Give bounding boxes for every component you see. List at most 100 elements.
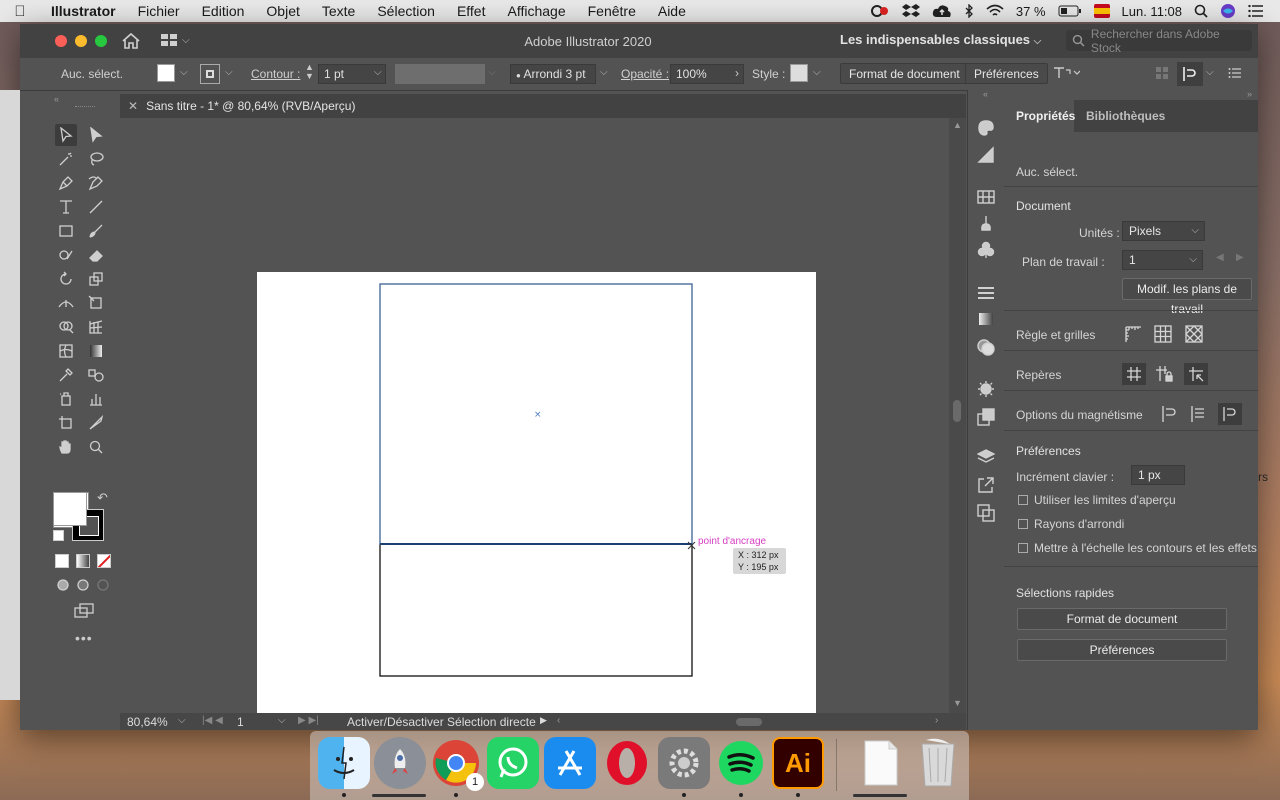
adobe-stock-search[interactable]: Rechercher dans Adobe Stock: [1066, 27, 1252, 55]
use-preview-bounds-checkbox[interactable]: [1018, 495, 1028, 505]
color-panel-icon[interactable]: [977, 119, 995, 137]
apple-menu-icon[interactable]: : [0, 3, 40, 20]
panel-grip[interactable]: [75, 106, 95, 109]
collapse-strip-icon[interactable]: «: [983, 89, 988, 99]
show-guides-icon[interactable]: [1122, 363, 1146, 385]
menu-affichage[interactable]: Affichage: [496, 3, 576, 19]
artboard-select[interactable]: 1 ⌵: [1122, 250, 1203, 270]
menu-fenetre[interactable]: Fenêtre: [577, 3, 647, 19]
dropbox-icon[interactable]: [896, 3, 926, 19]
snap-dropdown-icon[interactable]: ⌵: [1206, 67, 1214, 78]
keyboard-increment-field[interactable]: 1 px: [1131, 465, 1185, 485]
tab-libraries[interactable]: Bibliothèques: [1086, 109, 1165, 123]
gradient-tool[interactable]: [85, 340, 107, 362]
hscroll-right-icon[interactable]: ›: [935, 715, 938, 726]
graphic-style-swatch[interactable]: [790, 64, 808, 82]
hscroll-left-icon[interactable]: ‹: [557, 715, 560, 726]
export-assets-icon[interactable]: [977, 476, 995, 494]
document-setup-button[interactable]: Format de document: [840, 63, 969, 84]
gradient-panel-icon[interactable]: [977, 310, 995, 328]
wifi-icon[interactable]: [980, 4, 1010, 18]
scale-strokes-checkbox[interactable]: [1018, 543, 1028, 553]
scroll-down-icon[interactable]: ▼: [953, 698, 962, 708]
menu-aide[interactable]: Aide: [647, 3, 697, 19]
panel-menu-icon[interactable]: [1228, 66, 1242, 83]
previous-artboard-icon[interactable]: ◀: [1216, 252, 1224, 263]
screen-mode-icon[interactable]: [73, 600, 95, 622]
tab-properties[interactable]: Propriétés: [1016, 109, 1075, 123]
status-menu-arrow-icon[interactable]: ▶: [540, 715, 547, 726]
perspective-grid-tool[interactable]: [85, 316, 107, 338]
fill-swatch[interactable]: [157, 64, 175, 82]
ruler-icon[interactable]: [1124, 325, 1142, 346]
menu-app-name[interactable]: Illustrator: [40, 3, 127, 19]
notification-center-icon[interactable]: [1242, 5, 1270, 17]
magic-wand-tool[interactable]: [55, 148, 77, 170]
opacity-field[interactable]: 100%: [670, 64, 744, 84]
next-artboard-icon[interactable]: ▶: [1236, 252, 1244, 263]
snap-to-glyph-icon[interactable]: [1218, 403, 1242, 425]
draw-inside-icon[interactable]: [92, 574, 114, 596]
collapse-panel-icon[interactable]: «: [54, 94, 59, 104]
menu-objet[interactable]: Objet: [255, 3, 310, 19]
quick-document-setup-button[interactable]: Format de document: [1017, 608, 1227, 630]
snap-to-point-icon[interactable]: [1161, 405, 1179, 426]
menu-selection[interactable]: Sélection: [366, 3, 446, 19]
swap-fill-stroke-icon[interactable]: ↶: [97, 490, 108, 506]
menu-effet[interactable]: Effet: [446, 3, 497, 19]
launchpad-icon[interactable]: [374, 737, 426, 789]
snap-options-button[interactable]: [1177, 62, 1203, 86]
eyedropper-tool[interactable]: [55, 364, 77, 386]
color-mode-button[interactable]: [55, 554, 69, 568]
brush-definition[interactable]: ● Arrondi 3 pt: [510, 64, 596, 84]
type-tool[interactable]: [55, 196, 77, 218]
gradient-mode-button[interactable]: [76, 554, 90, 568]
stroke-stepper-icon[interactable]: ▲ ▼: [305, 63, 314, 81]
quick-preferences-button[interactable]: Préférences: [1017, 639, 1227, 661]
free-transform-tool[interactable]: [85, 292, 107, 314]
transparency-panel-icon[interactable]: [977, 338, 995, 356]
column-graph-tool[interactable]: [85, 388, 107, 410]
rectangle-tool[interactable]: [55, 220, 77, 242]
draw-behind-icon[interactable]: [72, 574, 94, 596]
units-select[interactable]: Pixels ⌵: [1122, 221, 1205, 241]
shaper-tool[interactable]: [55, 244, 77, 266]
opera-icon[interactable]: [601, 737, 653, 789]
app-store-icon[interactable]: [544, 737, 596, 789]
line-segment-tool[interactable]: [85, 196, 107, 218]
zoom-tool[interactable]: [85, 436, 107, 458]
edit-toolbar-icon[interactable]: •••: [75, 630, 93, 646]
color-guide-icon[interactable]: [977, 146, 995, 164]
canvas-area[interactable]: × point d'ancrage X : 312 px Y : 195 px: [120, 118, 949, 713]
slice-tool[interactable]: [85, 412, 107, 434]
battery-icon[interactable]: [1052, 5, 1088, 17]
lock-guides-icon[interactable]: [1155, 365, 1173, 386]
menu-texte[interactable]: Texte: [311, 3, 366, 19]
artboards-panel-icon[interactable]: [977, 504, 995, 522]
trash-icon[interactable]: [912, 737, 964, 789]
input-source-flag-icon[interactable]: [1088, 4, 1116, 18]
vertical-scrollbar[interactable]: ▲ ▼: [949, 118, 966, 713]
paintbrush-tool[interactable]: [85, 220, 107, 242]
rectangle-shape[interactable]: [379, 283, 693, 677]
shape-builder-tool[interactable]: [55, 316, 77, 338]
first-artboard-icon[interactable]: |◀ ◀: [202, 715, 223, 726]
variable-width-profile[interactable]: [395, 64, 485, 84]
blend-tool[interactable]: [85, 364, 107, 386]
cloud-upload-icon[interactable]: [926, 4, 958, 18]
siri-icon[interactable]: [1214, 3, 1242, 19]
none-mode-button[interactable]: [97, 554, 111, 568]
curvature-tool[interactable]: [85, 172, 107, 194]
stroke-weight-dropdown-icon[interactable]: ⌵: [374, 67, 382, 78]
symbols-panel-icon[interactable]: [977, 241, 995, 259]
grid-icon[interactable]: [1154, 325, 1172, 346]
brush-dropdown-icon[interactable]: ⌵: [600, 67, 608, 78]
artboard-number[interactable]: 1: [237, 715, 244, 729]
graphic-styles-icon[interactable]: [977, 408, 995, 426]
mesh-tool[interactable]: [55, 340, 77, 362]
artwork-layer[interactable]: ×: [120, 118, 949, 713]
stroke-swatch[interactable]: [200, 64, 220, 84]
fill-dropdown-icon[interactable]: ⌵: [180, 67, 188, 78]
rounded-corners-checkbox[interactable]: [1018, 519, 1028, 529]
stroke-label[interactable]: Contour :: [251, 67, 300, 81]
